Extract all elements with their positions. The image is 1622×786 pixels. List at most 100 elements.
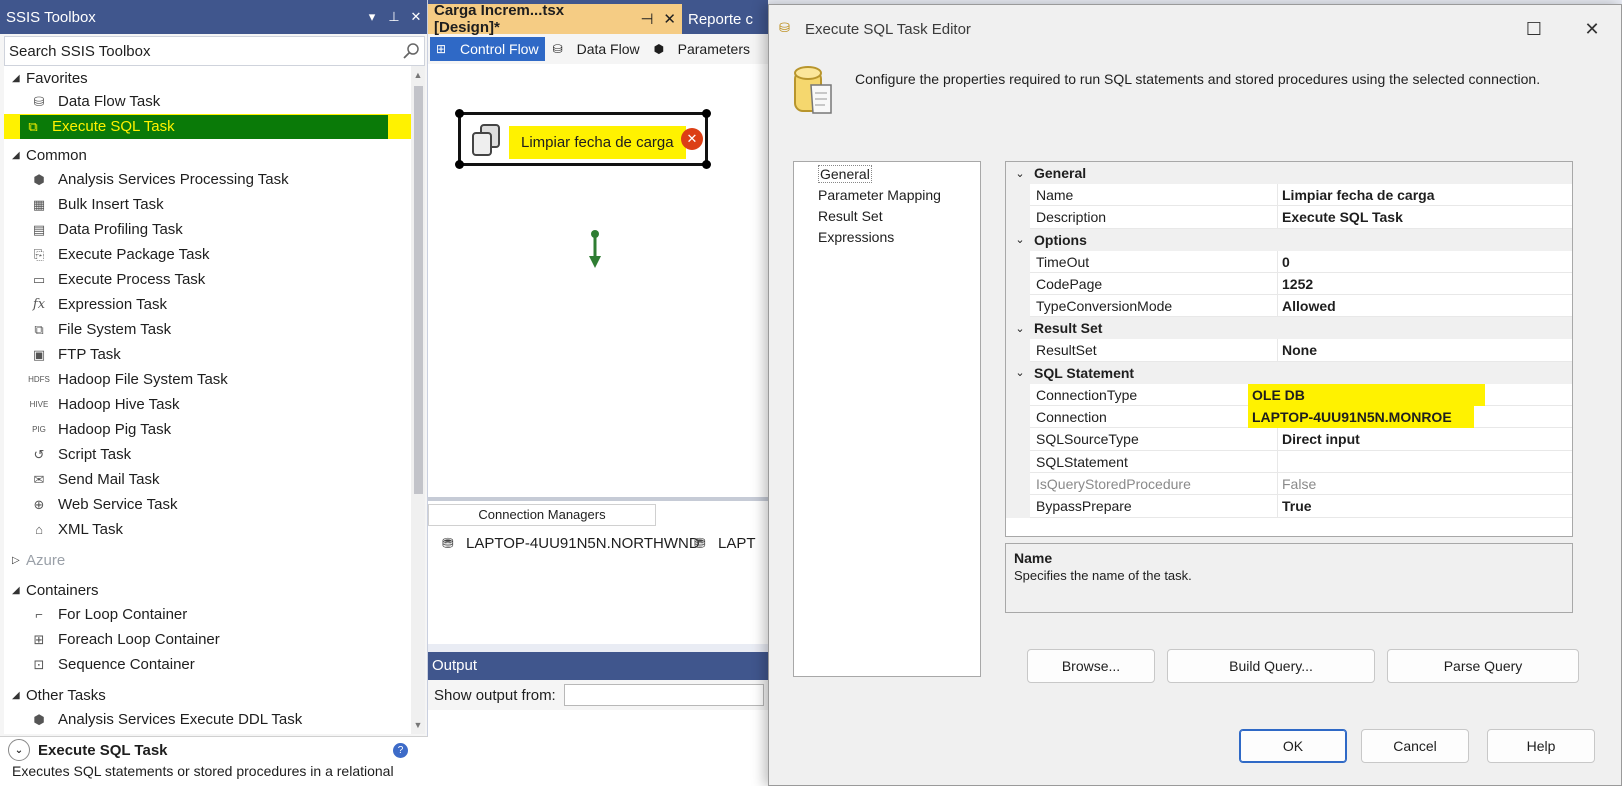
scroll-up-icon[interactable]: ▲ <box>411 68 425 82</box>
property-value[interactable] <box>1278 451 1572 473</box>
toolbox-item-execute-sql-task[interactable]: ⧉ Execute SQL Task <box>4 114 414 139</box>
help-button[interactable]: Help <box>1487 729 1595 763</box>
toolbox-item[interactable]: ▭ Execute Process Task <box>4 267 414 292</box>
parse-query-button[interactable]: Parse Query <box>1387 649 1579 683</box>
category-favorites[interactable]: ◢ Favorites <box>4 66 414 90</box>
toolbox-scrollbar[interactable]: ▲ ▼ <box>411 66 425 734</box>
property-value[interactable]: True <box>1278 495 1572 518</box>
precedence-constraint-arrow[interactable] <box>588 230 602 270</box>
nav-general[interactable]: General <box>794 164 980 185</box>
category-azure[interactable]: ▷ Azure <box>4 548 414 572</box>
dialog-title: Execute SQL Task Editor <box>805 20 971 38</box>
toolbox-search-input[interactable]: Search SSIS Toolbox <box>4 36 425 66</box>
property-row-timeout[interactable]: TimeOut 0 <box>1006 250 1572 273</box>
property-row-type-conversion[interactable]: TypeConversionMode Allowed <box>1006 295 1572 318</box>
collapse-icon[interactable]: ⌄ <box>1006 233 1034 246</box>
property-row-connection-type[interactable]: ConnectionType OLE DB <box>1006 383 1572 407</box>
property-value[interactable]: Allowed <box>1278 295 1572 318</box>
output-source-select[interactable] <box>563 684 764 706</box>
category-result-set[interactable]: ⌄ Result Set <box>1006 317 1572 340</box>
maximize-icon[interactable]: ☐ <box>1505 19 1563 40</box>
tab-data-flow[interactable]: ⛁ Data Flow <box>547 37 646 61</box>
task-label[interactable]: Limpiar fecha de carga <box>509 126 686 159</box>
pin-icon[interactable]: ⊣ <box>640 10 653 28</box>
toolbox-item[interactable]: HIVE Hadoop Hive Task <box>4 392 414 417</box>
toolbox-item[interactable]: ✉ Send Mail Task <box>4 467 414 492</box>
ok-button[interactable]: OK <box>1239 729 1347 763</box>
property-value[interactable]: Limpiar fecha de carga <box>1278 184 1572 207</box>
property-row-sql-statement[interactable]: SQLStatement <box>1006 450 1572 473</box>
property-row-connection[interactable]: Connection LAPTOP-4UU91N5N.MONROE <box>1006 406 1572 429</box>
control-flow-canvas[interactable]: Limpiar fecha de carga ✕ <box>428 64 768 500</box>
collapse-icon[interactable]: ⌄ <box>1006 322 1034 335</box>
property-row-resultset[interactable]: ResultSet None <box>1006 339 1572 362</box>
connection-manager-item[interactable]: ⛃ LAPTOP-4UU91N5N.NORTHWND <box>442 535 700 552</box>
collapse-icon[interactable]: ⌄ <box>1006 366 1034 379</box>
toolbox-item[interactable]: fx Expression Task <box>4 292 414 317</box>
property-value[interactable]: 1252 <box>1278 273 1572 296</box>
pin-icon[interactable]: ⊥ <box>383 9 405 25</box>
tab-carga-incremental[interactable]: Carga Increm...tsx [Design]* ⊣ ✕ <box>428 2 682 36</box>
category-sql-statement[interactable]: ⌄ SQL Statement <box>1006 361 1572 384</box>
connection-manager-item[interactable]: ⛃ LAPT <box>694 535 756 552</box>
property-row-bypass-prepare[interactable]: BypassPrepare True <box>1006 495 1572 518</box>
collapse-icon[interactable]: ⌄ <box>1006 167 1034 180</box>
scroll-down-icon[interactable]: ▼ <box>411 718 425 732</box>
toolbox-item[interactable]: ⊕ Web Service Task <box>4 492 414 517</box>
build-query-button[interactable]: Build Query... <box>1167 649 1375 683</box>
toolbox-item[interactable]: ▦ Bulk Insert Task <box>4 192 414 217</box>
category-options[interactable]: ⌄ Options <box>1006 228 1572 251</box>
toolbox-item-data-flow-task[interactable]: ⛁ Data Flow Task <box>4 89 414 114</box>
scroll-thumb[interactable] <box>414 86 423 494</box>
property-row-description[interactable]: Description Execute SQL Task <box>1006 206 1572 229</box>
nav-result-set[interactable]: Result Set <box>794 206 980 227</box>
property-row-codepage[interactable]: CodePage 1252 <box>1006 272 1572 296</box>
property-row-sql-source-type[interactable]: SQLSourceType Direct input <box>1006 428 1572 451</box>
toolbox-item[interactable]: ▣ FTP Task <box>4 342 414 367</box>
help-icon[interactable]: ? <box>393 743 408 758</box>
property-value[interactable]: None <box>1278 339 1572 362</box>
toolbox-item[interactable]: ⊡ Sequence Container <box>4 652 414 677</box>
connection-managers-tab[interactable]: Connection Managers <box>428 504 656 526</box>
category-common[interactable]: ◢ Common <box>4 143 414 167</box>
category-general[interactable]: ⌄ General <box>1006 162 1572 184</box>
toolbox-item[interactable]: PIG Hadoop Pig Task <box>4 417 414 442</box>
nav-expressions[interactable]: Expressions <box>794 227 980 248</box>
toolbox-item[interactable]: ⌐ For Loop Container <box>4 602 414 627</box>
property-value[interactable]: OLE DB <box>1248 383 1572 407</box>
resize-handle[interactable] <box>702 109 711 118</box>
bulk-insert-icon: ▦ <box>32 196 46 212</box>
property-row-is-query-sp[interactable]: IsQueryStoredProcedure False <box>1006 472 1572 496</box>
close-icon[interactable]: ✕ <box>405 9 427 25</box>
close-icon[interactable]: ✕ <box>1563 19 1621 40</box>
toolbox-item[interactable]: ⬢ Analysis Services Execute DDL Task <box>4 707 414 732</box>
property-value[interactable]: LAPTOP-4UU91N5N.MONROE <box>1248 406 1572 429</box>
property-value[interactable]: 0 <box>1278 251 1572 273</box>
tab-reporte[interactable]: Reporte c <box>682 4 759 34</box>
toolbox-item[interactable]: ▤ Data Profiling Task <box>4 217 414 242</box>
property-value[interactable]: Execute SQL Task <box>1278 206 1572 229</box>
dropdown-icon[interactable]: ▾ <box>361 9 383 25</box>
execute-sql-task-node[interactable]: Limpiar fecha de carga ✕ <box>455 109 711 169</box>
category-other-tasks[interactable]: ◢ Other Tasks <box>4 683 414 707</box>
nav-parameter-mapping[interactable]: Parameter Mapping <box>794 185 980 206</box>
toolbox-item[interactable]: ⬢ Analysis Services Processing Task <box>4 167 414 192</box>
tab-parameters[interactable]: ⬢ Parameters <box>648 37 756 61</box>
browse-button[interactable]: Browse... <box>1027 649 1155 683</box>
resize-handle[interactable] <box>702 160 711 169</box>
cancel-button[interactable]: Cancel <box>1361 729 1469 763</box>
category-containers[interactable]: ◢ Containers <box>4 578 414 602</box>
toolbox-item[interactable]: ↺ Script Task <box>4 442 414 467</box>
toolbox-item[interactable]: ⊞ Foreach Loop Container <box>4 627 414 652</box>
close-tab-icon[interactable]: ✕ <box>663 10 676 28</box>
toolbox-item[interactable]: ⌂ XML Task <box>4 517 414 542</box>
resize-handle[interactable] <box>455 160 464 169</box>
toolbox-item[interactable]: ⧉ File System Task <box>4 317 414 342</box>
property-value[interactable]: Direct input <box>1278 428 1572 451</box>
collapse-chevron-icon[interactable]: ⌄ <box>8 739 30 761</box>
tab-control-flow[interactable]: ⊞ Control Flow <box>430 37 545 61</box>
resize-handle[interactable] <box>455 109 464 118</box>
toolbox-item[interactable]: ⎘ Execute Package Task <box>4 242 414 267</box>
toolbox-item[interactable]: HDFS Hadoop File System Task <box>4 367 414 392</box>
property-row-name[interactable]: Name Limpiar fecha de carga <box>1006 184 1572 207</box>
